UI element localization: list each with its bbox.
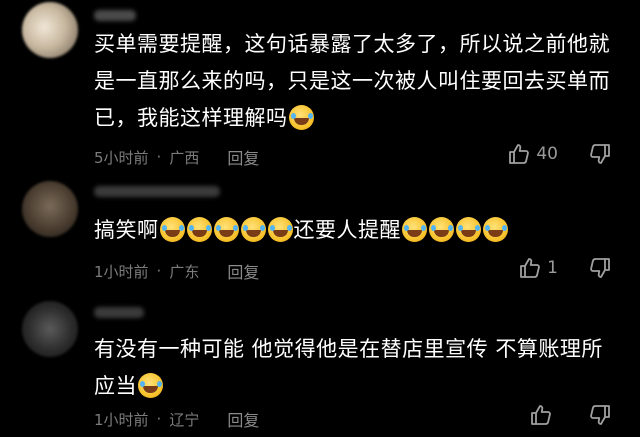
- comment-item: 有没有一种可能 他觉得他是在替店里宣传 不算账理所应当 1小时前 · 辽宁 回复: [0, 295, 640, 437]
- timestamp: 1小时前: [94, 262, 149, 281]
- laughing-tears-emoji: [186, 217, 212, 242]
- laughing-tears-emoji: [483, 217, 508, 242]
- thumbs-down-icon: [588, 256, 612, 280]
- like-count: 40: [536, 144, 558, 164]
- thumbs-down-icon: [588, 403, 612, 427]
- comment-text: 买单需要提醒，这句话暴露了太多了，所以说之前他就是一直那么来的吗，只是这一次被人…: [94, 26, 614, 137]
- laughing-tears-emoji: [456, 217, 481, 242]
- username-blurred[interactable]: [94, 186, 220, 197]
- thumbs-up-icon: [518, 256, 542, 280]
- laughing-tears-emoji: [138, 373, 163, 398]
- username-blurred[interactable]: [94, 307, 144, 318]
- like-button[interactable]: [529, 403, 558, 427]
- avatar[interactable]: [22, 2, 78, 58]
- comment-text-part: 搞笑啊: [94, 218, 159, 242]
- reply-button[interactable]: 回复: [227, 407, 259, 431]
- reply-button[interactable]: 回复: [227, 145, 259, 169]
- like-button[interactable]: 1: [518, 256, 558, 280]
- comment-meta: 1小时前 · 广东 回复: [94, 259, 259, 283]
- location: 辽宁: [169, 410, 200, 429]
- comment-text-part: 有没有一种可能 他觉得他是在替店里宣传 不算账理所应当: [94, 337, 603, 398]
- location: 广东: [169, 262, 200, 281]
- laughing-tears-emoji: [267, 217, 293, 242]
- comment-text: 搞笑啊 还要人提醒: [94, 212, 614, 249]
- comment-item: 买单需要提醒，这句话暴露了太多了，所以说之前他就是一直那么来的吗，只是这一次被人…: [0, 0, 640, 175]
- laughing-tears-emoji: [159, 217, 185, 242]
- laughing-tears-emoji: [402, 217, 427, 242]
- laughing-tears-emoji: [429, 217, 454, 242]
- dislike-button[interactable]: [588, 256, 612, 280]
- dislike-button[interactable]: [588, 142, 612, 166]
- thumbs-up-icon: [507, 142, 531, 166]
- comment-actions: [529, 403, 640, 427]
- dislike-button[interactable]: [588, 403, 612, 427]
- comment-item: 搞笑啊 还要人提醒 1小时前 · 广东 回复 1: [0, 175, 640, 295]
- comment-actions: 40: [507, 142, 640, 166]
- like-count: 1: [547, 258, 558, 278]
- reply-button[interactable]: 回复: [227, 259, 259, 283]
- timestamp: 1小时前: [94, 410, 149, 429]
- location: 广西: [169, 148, 200, 167]
- separator: ·: [156, 262, 162, 280]
- like-button[interactable]: 40: [507, 142, 558, 166]
- laughing-tears-emoji: [288, 105, 314, 130]
- comment-text-part: 还要人提醒: [293, 218, 401, 242]
- avatar[interactable]: [22, 181, 78, 237]
- avatar[interactable]: [22, 301, 78, 357]
- comment-text: 有没有一种可能 他觉得他是在替店里宣传 不算账理所应当: [94, 331, 614, 405]
- comment-actions: 1: [518, 256, 640, 280]
- comment-meta: 1小时前 · 辽宁 回复: [94, 407, 259, 431]
- comment-text-part: 买单需要提醒，这句话暴露了太多了，所以说之前他就是一直那么来的吗，只是这一次被人…: [94, 32, 610, 130]
- separator: ·: [156, 410, 162, 428]
- separator: ·: [156, 148, 162, 166]
- timestamp: 5小时前: [94, 148, 149, 167]
- username-blurred[interactable]: [94, 10, 136, 21]
- laughing-tears-emoji: [240, 217, 266, 242]
- thumbs-down-icon: [588, 142, 612, 166]
- comment-meta: 5小时前 · 广西 回复: [94, 145, 259, 169]
- laughing-tears-emoji: [213, 217, 239, 242]
- thumbs-up-icon: [529, 403, 553, 427]
